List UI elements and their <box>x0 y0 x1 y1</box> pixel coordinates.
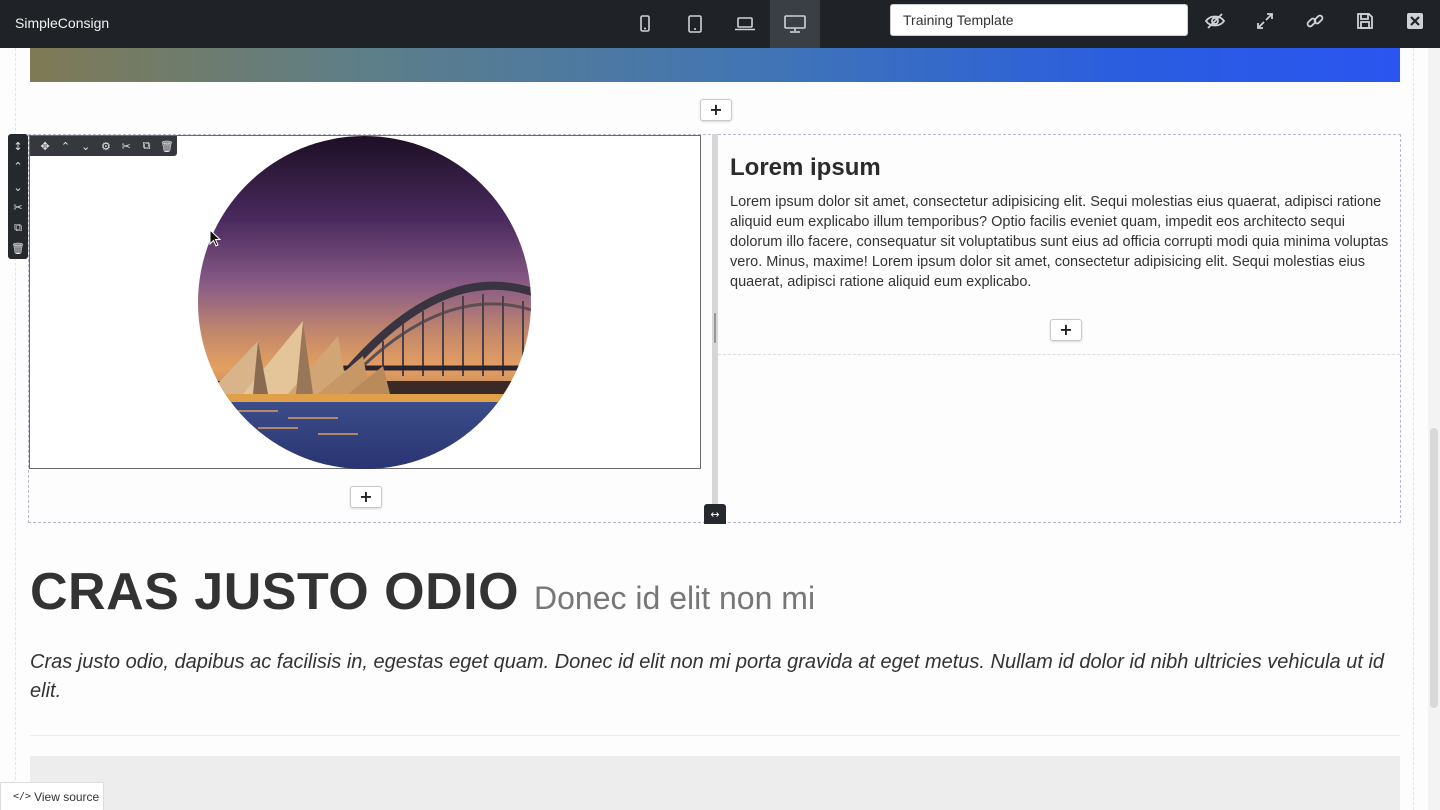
column-divider-grip[interactable] <box>714 313 716 343</box>
col-move-up-icon[interactable]: ⌃ <box>55 140 75 153</box>
text-column-boundary <box>718 354 1400 355</box>
row-delete-icon[interactable]: 🗑 <box>11 239 25 259</box>
device-desktop-button[interactable] <box>770 0 820 48</box>
device-laptop-button[interactable] <box>720 0 770 48</box>
col-settings-icon[interactable]: ⚙ <box>96 140 116 153</box>
col-copy-icon[interactable]: ⧉ <box>136 139 156 153</box>
link-icon <box>1306 14 1324 28</box>
device-tablet-button[interactable] <box>670 0 720 48</box>
scrollbar-thumb[interactable] <box>1430 428 1438 708</box>
laptop-icon <box>735 17 755 31</box>
opera-house-image-art <box>198 136 531 469</box>
link-button[interactable] <box>1300 8 1330 34</box>
col-drag-icon[interactable]: ✥ <box>35 140 55 153</box>
fullscreen-button[interactable] <box>1250 8 1280 34</box>
row-toolbar: ↕ ⌃ ⌄ ✂ ⧉ 🗑 <box>8 134 28 259</box>
device-mobile-button[interactable] <box>620 0 670 48</box>
row-move-icon[interactable]: ↕ <box>13 137 22 157</box>
preview-toggle-button[interactable] <box>1200 8 1230 34</box>
canvas-scrollbar[interactable] <box>1428 48 1440 810</box>
resize-handle-icon[interactable]: ↔ <box>704 504 726 524</box>
opera-house-image[interactable] <box>198 136 531 469</box>
view-source-label: View source <box>34 789 100 804</box>
editor-canvas: + ↕ ⌃ ⌄ ✂ ⧉ 🗑 ✥ ⌃ ⌄ ⚙ ✂ ⧉ 🗑 ↔ Lorem ipsu… <box>0 48 1428 810</box>
preview-hidden-icon <box>1204 13 1226 29</box>
app-brand: SimpleConsign <box>15 15 110 31</box>
row-move-down-icon[interactable]: ⌄ <box>13 178 22 198</box>
col-delete-icon[interactable]: 🗑 <box>157 140 177 153</box>
add-block-button[interactable]: + <box>700 99 732 121</box>
section-heading-sub: Donec id elit non mi <box>534 580 816 616</box>
section-heading[interactable]: CRAS JUSTO ODIO Donec id elit non mi <box>30 562 815 622</box>
close-button[interactable] <box>1400 8 1430 34</box>
close-icon <box>1407 13 1423 29</box>
text-column-title[interactable]: Lorem ipsum <box>730 154 881 182</box>
column-toolbar: ✥ ⌃ ⌄ ⚙ ✂ ⧉ 🗑 <box>30 136 177 156</box>
bottom-block[interactable] <box>30 756 1400 810</box>
text-column-body[interactable]: Lorem ipsum dolor sit amet, consectetur … <box>730 192 1392 292</box>
row-move-up-icon[interactable]: ⌃ <box>13 157 22 177</box>
save-icon <box>1357 13 1373 29</box>
mouse-cursor-icon <box>209 229 221 247</box>
lead-paragraph[interactable]: Cras justo odio, dapibus ac facilisis in… <box>30 648 1400 706</box>
tablet-icon <box>688 15 702 33</box>
divider <box>30 735 1400 736</box>
col-cut-icon[interactable]: ✂ <box>116 140 136 153</box>
row-copy-icon[interactable]: ⧉ <box>14 218 22 238</box>
col-move-down-icon[interactable]: ⌄ <box>76 140 96 153</box>
save-button[interactable] <box>1350 8 1380 34</box>
row-cut-icon[interactable]: ✂ <box>13 198 22 218</box>
section-heading-main: CRAS JUSTO ODIO <box>30 563 520 621</box>
fullscreen-icon <box>1257 13 1273 29</box>
add-block-button[interactable]: + <box>350 486 382 508</box>
add-block-button[interactable]: + <box>1050 319 1082 341</box>
mobile-icon <box>640 15 650 32</box>
view-source-button[interactable]: </> View source <box>0 782 104 810</box>
template-name-input[interactable]: Training Template <box>890 4 1188 36</box>
code-icon: </> <box>13 791 32 802</box>
hero-image-strip[interactable] <box>30 48 1400 82</box>
guide-right <box>1413 48 1414 810</box>
editor-topbar: SimpleConsign Training Template <box>0 0 1440 48</box>
desktop-icon <box>784 15 806 33</box>
